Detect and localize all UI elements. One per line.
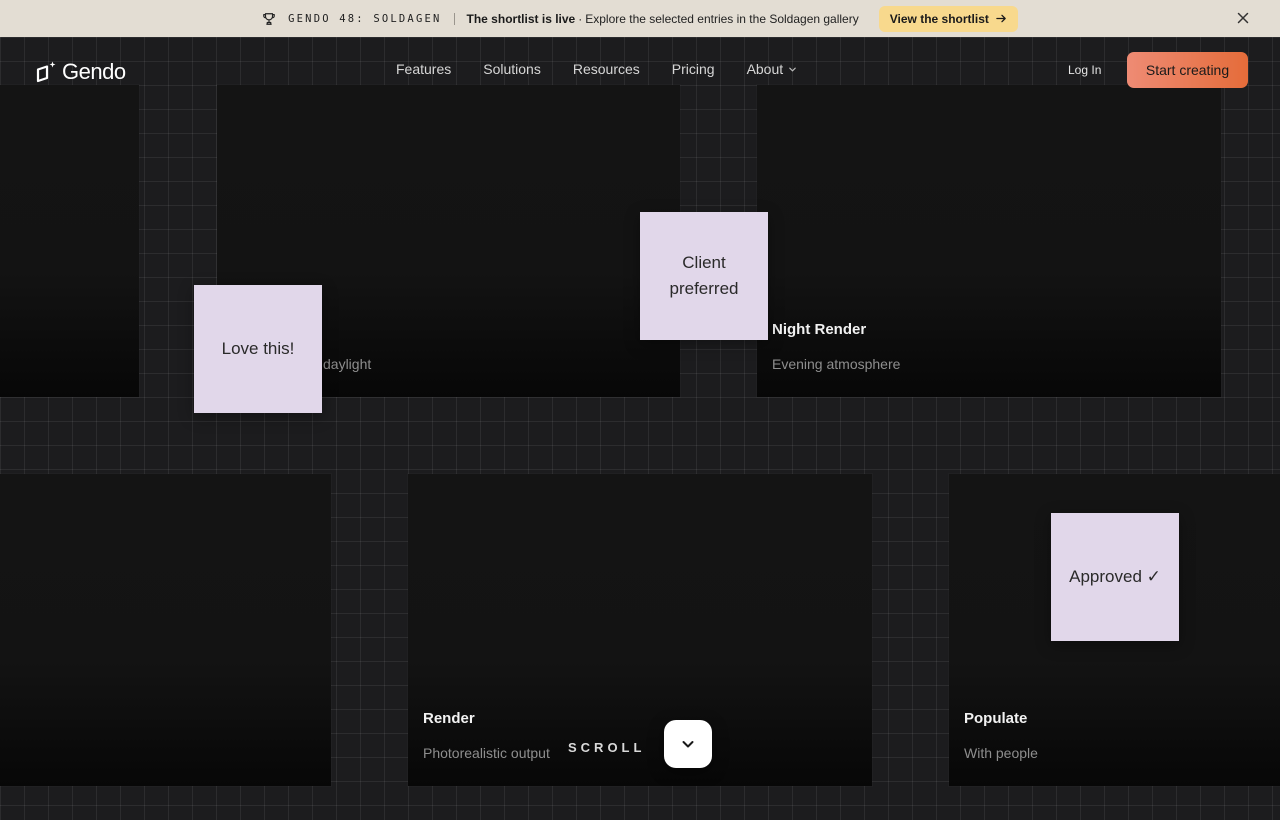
sticky-note-client-preferred[interactable]: Client preferred: [640, 212, 768, 340]
card-subtitle: Evening atmosphere: [772, 356, 901, 372]
arrow-right-icon: [996, 14, 1006, 23]
banner-separator: ·: [578, 11, 583, 26]
card-title: Render: [423, 710, 475, 727]
chevron-down-icon: [682, 741, 694, 748]
gallery-card-night-render[interactable]: Night Render Evening atmosphere: [757, 85, 1221, 397]
gallery-card[interactable]: [0, 474, 331, 786]
card-subtitle: daylight: [323, 356, 372, 372]
login-link[interactable]: Log In: [1068, 63, 1101, 77]
logo-mark-icon: [36, 61, 56, 83]
nav-about[interactable]: About: [747, 61, 798, 77]
nav-pricing-label: Pricing: [671, 61, 715, 77]
site-header: Gendo Features Solutions Resources Prici…: [0, 37, 1280, 103]
start-creating-button[interactable]: Start creating: [1127, 52, 1248, 88]
sticky-note-approved[interactable]: Approved ✓: [1051, 513, 1179, 641]
nav-solutions[interactable]: Solutions: [483, 61, 541, 77]
nav-resources-label: Resources: [572, 61, 640, 77]
nav-features-label: Features: [396, 61, 452, 77]
card-subtitle: With people: [964, 745, 1038, 761]
banner-event-name: GENDO 48: SOLDAGEN: [288, 12, 442, 25]
scroll-down-button[interactable]: [664, 720, 712, 768]
card-title: Night Render: [772, 321, 867, 338]
gendo-logo[interactable]: Gendo: [34, 59, 126, 85]
trophy-icon: [263, 12, 275, 25]
banner-headline: The shortlist is live: [466, 11, 576, 26]
view-shortlist-label: View the shortlist: [889, 11, 989, 26]
announcement-banner: GENDO 48: SOLDAGEN The shortlist is live…: [0, 0, 1280, 37]
view-shortlist-button[interactable]: View the shortlist: [878, 5, 1018, 32]
chevron-down-icon: [789, 67, 796, 72]
main-nav: Features Solutions Resources Pricing Abo…: [396, 61, 797, 77]
nav-features[interactable]: Features: [396, 61, 451, 77]
card-subtitle: Photorealistic output: [423, 745, 550, 761]
scroll-label: SCROLL: [568, 740, 646, 755]
nav-resources[interactable]: Resources: [573, 61, 640, 77]
nav-pricing[interactable]: Pricing: [672, 61, 715, 77]
banner-divider: [453, 12, 455, 25]
card-title: Populate: [964, 710, 1028, 727]
nav-about-label: About: [746, 61, 784, 77]
logo-text: Gendo: [62, 59, 126, 84]
gallery-card[interactable]: [0, 85, 139, 397]
sticky-note-love-this[interactable]: Love this!: [194, 285, 322, 413]
nav-solutions-label: Solutions: [483, 61, 541, 77]
banner-description: Explore the selected entries in the Sold…: [585, 11, 859, 26]
close-icon[interactable]: [1236, 11, 1250, 25]
